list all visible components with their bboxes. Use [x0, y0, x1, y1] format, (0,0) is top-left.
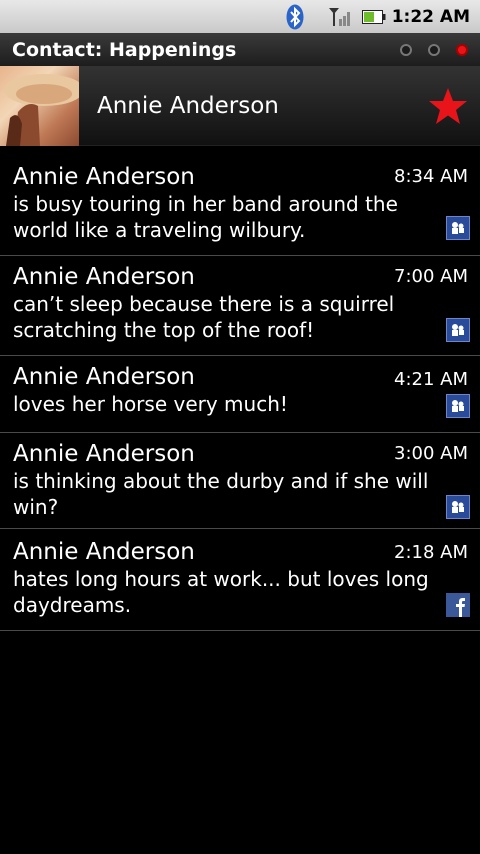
feed-time: 3:00 AM: [394, 443, 468, 464]
myspace-icon[interactable]: [446, 394, 470, 418]
list-item[interactable]: Annie Anderson 7:00 AM can’t sleep becau…: [0, 256, 480, 356]
feed-message: hates long hours at work... but loves lo…: [13, 567, 429, 617]
myspace-icon[interactable]: [446, 495, 470, 519]
avatar-image: [4, 73, 79, 146]
page-indicator: [384, 43, 468, 56]
bluetooth-icon: [286, 4, 304, 29]
avatar[interactable]: [0, 65, 79, 146]
feed-message: can’t sleep because there is a squirrel …: [13, 292, 395, 342]
contact-name: Annie Anderson: [97, 92, 279, 119]
list-item[interactable]: Annie Anderson 3:00 AM is thinking about…: [0, 433, 480, 529]
page-dot-3[interactable]: [456, 43, 468, 56]
happenings-list: Annie Anderson 8:34 AM is busy touring i…: [0, 162, 480, 631]
facebook-icon[interactable]: [446, 593, 470, 617]
page-title: Contact: Happenings: [12, 38, 237, 61]
feed-time: 7:00 AM: [394, 266, 468, 287]
feed-message: loves her horse very much!: [13, 392, 288, 416]
favorite-star-icon[interactable]: [428, 86, 468, 126]
title-bar: Contact: Happenings: [0, 33, 480, 66]
feed-time: 4:21 AM: [394, 369, 468, 390]
battery-icon: [361, 9, 386, 24]
feed-message: is busy touring in her band around the w…: [13, 192, 398, 242]
signal-icon: [328, 7, 350, 26]
list-item[interactable]: Annie Anderson 8:34 AM is busy touring i…: [0, 162, 480, 256]
list-item[interactable]: Annie Anderson 4:21 AM loves her horse v…: [0, 356, 480, 433]
page-dot-2[interactable]: [428, 43, 440, 56]
page-dot-1[interactable]: [400, 43, 412, 56]
feed-time: 8:34 AM: [394, 166, 468, 187]
contact-header: Annie Anderson: [0, 65, 480, 146]
status-clock: 1:22 AM: [391, 6, 470, 27]
status-bar: 1:22 AM: [0, 0, 480, 33]
list-item[interactable]: Annie Anderson 2:18 AM hates long hours …: [0, 529, 480, 631]
myspace-icon[interactable]: [446, 318, 470, 342]
feed-time: 2:18 AM: [394, 542, 468, 563]
myspace-icon[interactable]: [446, 216, 470, 240]
feed-message: is thinking about the durby and if she w…: [13, 469, 429, 519]
